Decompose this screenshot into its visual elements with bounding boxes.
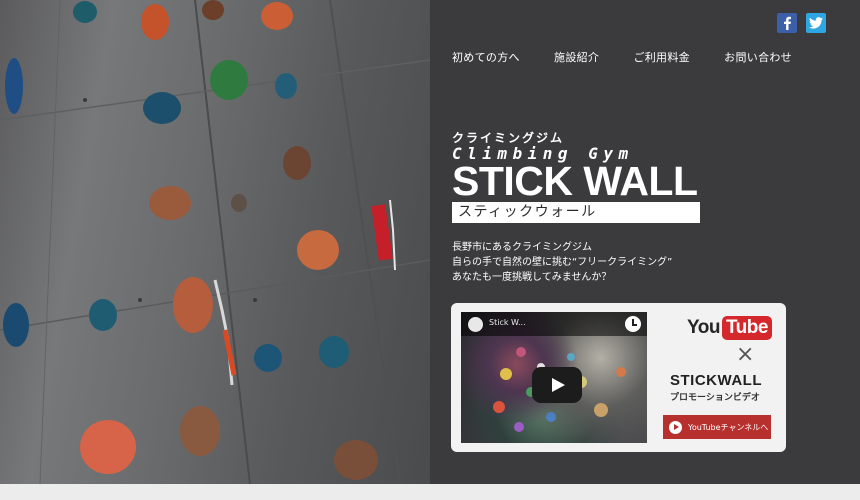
logo-name: STICK WALL [452, 158, 698, 204]
nav-item-contact[interactable]: お問い合わせ [724, 49, 792, 65]
nav-item-facilities[interactable]: 施設紹介 [554, 49, 599, 65]
promo-video-card: Stick W... You Tube × STICKWALL プロモーションビ… [451, 303, 786, 452]
play-icon[interactable] [532, 367, 582, 403]
hero-panel: 初めての方へ 施設紹介 ご利用料金 お問い合わせ クライミングジム Climbi… [430, 0, 860, 484]
youtube-channel-button[interactable]: YouTubeチャンネルへ [663, 415, 771, 439]
video-player[interactable]: Stick W... [461, 312, 647, 443]
youtube-logo: You Tube [687, 315, 772, 341]
twitter-icon[interactable] [806, 13, 826, 33]
intro-text: 長野市にあるクライミングジム 自らの手で自然の壁に挑む“フリークライミング” あ… [452, 240, 672, 285]
brand-name: STICKWALL [670, 372, 762, 389]
play-circle-icon [669, 420, 682, 434]
logo-name-kana: スティックウォール [452, 202, 700, 223]
nav-item-pricing[interactable]: ご利用料金 [633, 49, 690, 65]
intro-line-1: 長野市にあるクライミングジム [452, 242, 592, 253]
logo-kana: クライミングジム [452, 131, 565, 145]
watch-later-icon[interactable] [625, 316, 641, 332]
youtube-channel-label: YouTubeチャンネルへ [688, 422, 769, 432]
main-nav: 初めての方へ 施設紹介 ご利用料金 お問い合わせ [452, 49, 792, 65]
intro-line-2: 自らの手で自然の壁に挑む“フリークライミング” [452, 257, 673, 268]
social-links [777, 13, 826, 33]
intro-line-3: あなたも一度挑戦してみませんか？ [452, 272, 612, 283]
brand-subtitle: プロモーションビデオ [670, 393, 760, 403]
times-symbol: × [736, 342, 755, 367]
video-title: Stick W... [489, 318, 526, 327]
nav-item-first-time[interactable]: 初めての方へ [452, 49, 520, 65]
youtube-logo-you: You [687, 317, 720, 338]
video-title-bar: Stick W... [461, 312, 647, 336]
climbing-wall-image [0, 0, 430, 484]
youtube-logo-tube: Tube [721, 316, 772, 340]
site-logo: クライミングジム Climbing Gym STICK WALL スティックウォ… [452, 131, 704, 223]
facebook-icon[interactable] [777, 13, 797, 33]
channel-avatar [468, 317, 483, 332]
hero-photo [0, 0, 430, 484]
